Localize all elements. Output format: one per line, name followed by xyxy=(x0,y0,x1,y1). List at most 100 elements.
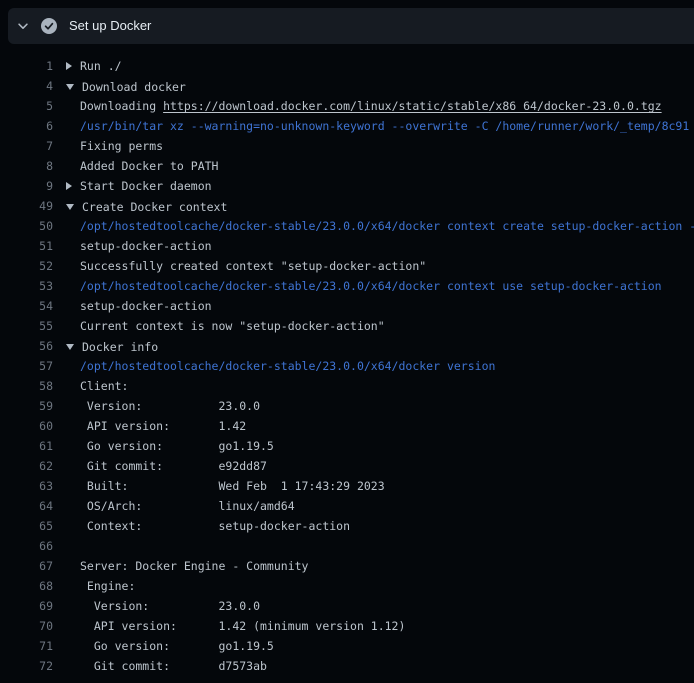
log-line: 61 Go version: go1.19.5 xyxy=(0,436,694,456)
log-line: 4 Download docker xyxy=(0,76,694,96)
line-number[interactable]: 65 xyxy=(0,516,53,536)
line-number[interactable]: 59 xyxy=(0,396,53,416)
log-text: setup-docker-action xyxy=(80,239,212,253)
line-number[interactable]: 9 xyxy=(0,176,53,196)
log-group-toggle[interactable]: Run ./ xyxy=(66,56,122,76)
step-header[interactable]: Set up Docker xyxy=(8,8,694,44)
line-number[interactable]: 67 xyxy=(0,556,53,576)
line-number[interactable]: 55 xyxy=(0,316,53,336)
log-line: 5 Downloading https://download.docker.com… xyxy=(0,96,694,116)
line-number[interactable]: 69 xyxy=(0,596,53,616)
line-number[interactable]: 4 xyxy=(0,76,53,96)
log-line: 54 setup-docker-action xyxy=(0,296,694,316)
line-number[interactable]: 63 xyxy=(0,476,53,496)
line-number[interactable]: 7 xyxy=(0,136,53,156)
line-number[interactable]: 6 xyxy=(0,116,53,136)
step-title: Set up Docker xyxy=(69,8,151,44)
log-line: 63 Built: Wed Feb 1 17:43:29 2023 xyxy=(0,476,694,496)
line-number[interactable]: 66 xyxy=(0,536,53,556)
log-group-toggle[interactable]: Download docker xyxy=(66,77,186,96)
log-command-text: /usr/bin/tar xz --warning=no-unknown-key… xyxy=(80,119,689,133)
log-line: 57/opt/hostedtoolcache/docker-stable/23.… xyxy=(0,356,694,376)
log-text: Current context is now "setup-docker-act… xyxy=(80,319,385,333)
log-text: Version: 23.0.0 xyxy=(80,599,260,613)
log-text: Git commit: d7573ab xyxy=(80,659,267,673)
line-number[interactable]: 70 xyxy=(0,616,53,636)
log-group-title: Download docker xyxy=(82,77,186,96)
log-line: 51 setup-docker-action xyxy=(0,236,694,256)
log-text: setup-docker-action xyxy=(80,299,212,313)
line-number[interactable]: 62 xyxy=(0,456,53,476)
log-group-title: Docker info xyxy=(82,337,158,356)
line-number[interactable]: 56 xyxy=(0,336,53,356)
log-line: 53/opt/hostedtoolcache/docker-stable/23.… xyxy=(0,276,694,296)
log-group-toggle[interactable]: Docker info xyxy=(66,337,158,356)
log-text: Added Docker to PATH xyxy=(80,159,218,173)
log-text: Context: setup-docker-action xyxy=(80,519,350,533)
log-line: 9 Start Docker daemon xyxy=(0,176,694,196)
line-number[interactable]: 53 xyxy=(0,276,53,296)
chevron-down-icon[interactable] xyxy=(66,204,74,210)
log-line: 67 Server: Docker Engine - Community xyxy=(0,556,694,576)
chevron-down-icon[interactable] xyxy=(66,344,74,350)
log-line: 62 Git commit: e92dd87 xyxy=(0,456,694,476)
chevron-down-icon[interactable] xyxy=(66,84,74,90)
log-text: Server: Docker Engine - Community xyxy=(80,559,308,573)
log-text: Engine: xyxy=(80,579,135,593)
log-line: 59 Version: 23.0.0 xyxy=(0,396,694,416)
log-line: 50/opt/hostedtoolcache/docker-stable/23.… xyxy=(0,216,694,236)
log-text: Client: xyxy=(80,379,128,393)
log-text: Fixing perms xyxy=(80,139,163,153)
line-number[interactable]: 60 xyxy=(0,416,53,436)
log-group-title: Run ./ xyxy=(80,56,122,76)
line-number[interactable]: 5 xyxy=(0,96,53,116)
log-lines: 1 Run ./ 4 Download docker 5 Downloading http… xyxy=(0,44,694,676)
workflow-log-panel: Set up Docker 1 Run ./ 4 Download docker 5 Do… xyxy=(0,8,694,683)
chevron-right-icon[interactable] xyxy=(66,182,72,190)
line-number[interactable]: 68 xyxy=(0,576,53,596)
log-line: 72 Git commit: d7573ab xyxy=(0,656,694,676)
log-group-toggle[interactable]: Start Docker daemon xyxy=(66,176,212,196)
log-text: Downloading xyxy=(80,99,163,113)
log-line: 66 xyxy=(0,536,694,556)
log-line: 71 Go version: go1.19.5 xyxy=(0,636,694,656)
line-number[interactable]: 1 xyxy=(0,56,53,76)
log-command-text: /opt/hostedtoolcache/docker-stable/23.0.… xyxy=(80,279,662,293)
log-command-text: /opt/hostedtoolcache/docker-stable/23.0.… xyxy=(80,359,495,373)
line-number[interactable]: 54 xyxy=(0,296,53,316)
log-text: Version: 23.0.0 xyxy=(80,399,260,413)
log-text: API version: 1.42 (minimum version 1.12) xyxy=(80,619,405,633)
log-group-toggle[interactable]: Create Docker context xyxy=(66,197,227,216)
log-line: 56 Docker info xyxy=(0,336,694,356)
line-number[interactable]: 64 xyxy=(0,496,53,516)
log-line: 70 API version: 1.42 (minimum version 1.… xyxy=(0,616,694,636)
log-text: Successfully created context "setup-dock… xyxy=(80,259,426,273)
line-number[interactable]: 52 xyxy=(0,256,53,276)
line-number[interactable]: 51 xyxy=(0,236,53,256)
log-line: 68 Engine: xyxy=(0,576,694,596)
log-link[interactable]: https://download.docker.com/linux/static… xyxy=(163,99,662,113)
log-line: 6/usr/bin/tar xz --warning=no-unknown-ke… xyxy=(0,116,694,136)
log-text: Built: Wed Feb 1 17:43:29 2023 xyxy=(80,479,385,493)
line-number[interactable]: 50 xyxy=(0,216,53,236)
log-line: 58 Client: xyxy=(0,376,694,396)
check-circle-icon xyxy=(41,18,57,34)
log-command-text: /opt/hostedtoolcache/docker-stable/23.0.… xyxy=(80,219,694,233)
line-number[interactable]: 72 xyxy=(0,656,53,676)
log-text: Go version: go1.19.5 xyxy=(80,639,274,653)
line-number[interactable]: 49 xyxy=(0,196,53,216)
line-number[interactable]: 8 xyxy=(0,156,53,176)
line-number[interactable]: 61 xyxy=(0,436,53,456)
log-line: 1 Run ./ xyxy=(0,56,694,76)
chevron-down-icon[interactable] xyxy=(16,19,30,33)
log-group-title: Start Docker daemon xyxy=(80,176,212,196)
log-line: 8 Added Docker to PATH xyxy=(0,156,694,176)
line-number[interactable]: 58 xyxy=(0,376,53,396)
log-line: 55 Current context is now "setup-docker-a… xyxy=(0,316,694,336)
line-number[interactable]: 57 xyxy=(0,356,53,376)
log-text: Git commit: e92dd87 xyxy=(80,459,267,473)
log-text: Go version: go1.19.5 xyxy=(80,439,274,453)
line-number[interactable]: 71 xyxy=(0,636,53,656)
log-line: 7 Fixing perms xyxy=(0,136,694,156)
chevron-right-icon[interactable] xyxy=(66,62,72,70)
